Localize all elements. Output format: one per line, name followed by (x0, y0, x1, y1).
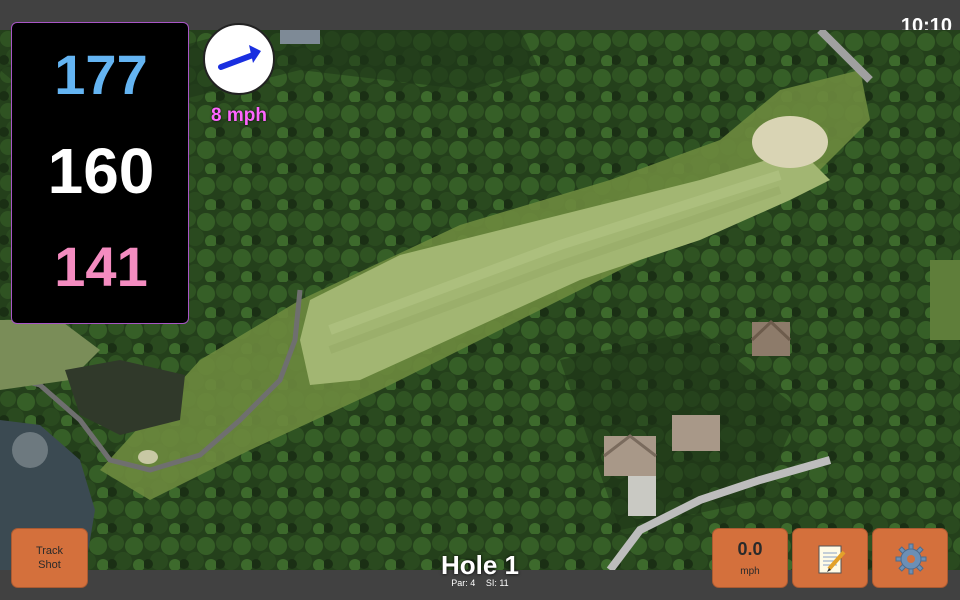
notepad-icon (818, 545, 846, 574)
wind-speed-label: 8 mph (211, 105, 267, 126)
track-shot-label-line1: Track (35, 545, 64, 557)
hole-title: Hole 1 (440, 550, 520, 580)
back-distance: 177 (54, 43, 148, 106)
speed-button[interactable]: 0.0 mph (712, 528, 788, 588)
right-arrow-icon (218, 45, 261, 70)
track-shot-button[interactable]: Track Shot (11, 528, 88, 588)
speed-value: 0.0 (737, 539, 763, 559)
hole-par: Par: 4 (451, 578, 476, 588)
track-shot-label-line2: Shot (38, 559, 61, 571)
front-distance: 141 (54, 235, 148, 298)
wind-indicator (203, 23, 275, 95)
notes-button[interactable] (792, 528, 868, 588)
distance-panel: 177 160 141 (11, 22, 189, 324)
settings-button[interactable] (872, 528, 948, 588)
hole-info: Par: 4 SI: 11 (380, 578, 580, 588)
hole-stroke-index: SI: 11 (485, 578, 509, 588)
speed-unit: mph (740, 566, 760, 577)
gear-icon (895, 543, 927, 575)
middle-distance: 160 (47, 135, 155, 207)
